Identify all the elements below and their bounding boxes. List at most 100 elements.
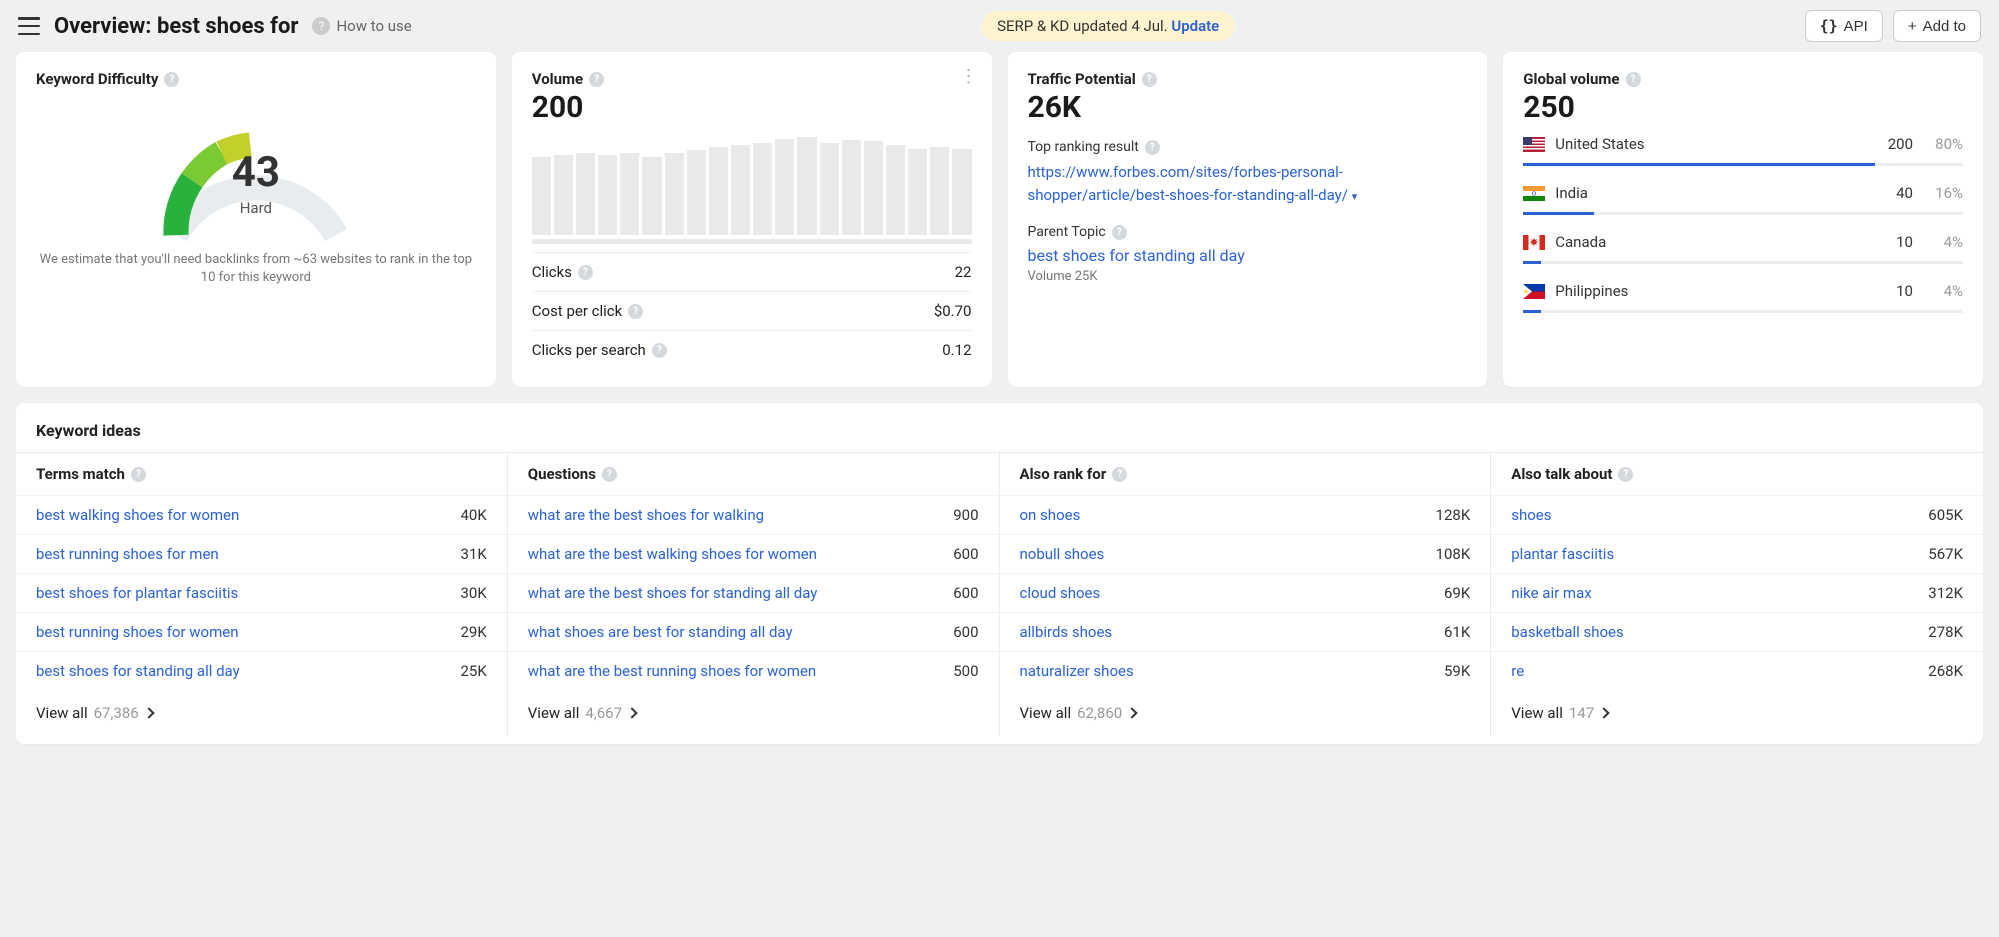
global-title-row: Global volume ? xyxy=(1523,70,1963,88)
help-icon[interactable]: ? xyxy=(578,265,593,280)
country-volume: 10 xyxy=(1896,282,1913,300)
global-title: Global volume xyxy=(1523,70,1619,88)
global-volume-row[interactable]: United States20080% xyxy=(1523,125,1963,174)
idea-volume: 29K xyxy=(460,623,486,641)
idea-row[interactable]: basketball shoes278K xyxy=(1491,612,1983,651)
idea-keyword[interactable]: what are the best running shoes for wome… xyxy=(528,662,816,680)
help-icon[interactable]: ? xyxy=(1112,225,1127,240)
help-icon[interactable]: ? xyxy=(1145,140,1160,155)
country-pct: 80% xyxy=(1923,135,1963,153)
idea-keyword[interactable]: best running shoes for women xyxy=(36,623,239,641)
dropdown-icon[interactable]: ▾ xyxy=(1352,190,1358,203)
global-volume-row[interactable]: Philippines104% xyxy=(1523,272,1963,321)
chevron-right-icon xyxy=(143,707,154,718)
idea-keyword[interactable]: shoes xyxy=(1511,506,1551,524)
idea-row[interactable]: best running shoes for women 29K xyxy=(16,612,507,651)
idea-row[interactable]: what are the best shoes for walking900 xyxy=(508,495,999,534)
help-icon[interactable]: ? xyxy=(589,72,604,87)
idea-row[interactable]: what are the best running shoes for wome… xyxy=(508,651,999,690)
global-volume-row[interactable]: Canada104% xyxy=(1523,223,1963,272)
idea-row[interactable]: cloud shoes 69K xyxy=(1000,573,1491,612)
volume-bar xyxy=(753,143,772,235)
menu-icon[interactable] xyxy=(18,17,40,35)
idea-volume: 69K xyxy=(1444,584,1470,602)
idea-keyword[interactable]: nobull shoes xyxy=(1020,545,1105,563)
view-all-link[interactable]: View all 62,860 xyxy=(1000,690,1491,736)
how-to-use-link[interactable]: ? How to use xyxy=(312,17,411,35)
add-to-button[interactable]: +Add to xyxy=(1893,10,1981,42)
idea-row[interactable]: nike air max312K xyxy=(1491,573,1983,612)
help-icon: ? xyxy=(312,17,330,35)
country-volume: 200 xyxy=(1888,135,1913,153)
idea-volume: 40K xyxy=(460,506,486,524)
idea-keyword[interactable]: on shoes xyxy=(1020,506,1081,524)
view-all-link[interactable]: View all 4,667 xyxy=(508,690,999,736)
clicks-row: Clicks? 22 xyxy=(532,252,972,291)
volume-bar xyxy=(731,145,750,235)
idea-row[interactable]: best shoes for standing all day 25K xyxy=(16,651,507,690)
country-name: Canada xyxy=(1555,233,1886,251)
update-link[interactable]: Update xyxy=(1171,17,1219,35)
idea-keyword[interactable]: what are the best walking shoes for wome… xyxy=(528,545,817,563)
idea-keyword[interactable]: basketball shoes xyxy=(1511,623,1624,641)
idea-row[interactable]: on shoes128K xyxy=(1000,495,1491,534)
kebab-icon[interactable]: ⋮ xyxy=(960,66,978,87)
help-icon[interactable]: ? xyxy=(628,304,643,319)
idea-row[interactable]: allbirds shoes61K xyxy=(1000,612,1491,651)
help-icon[interactable]: ? xyxy=(131,467,146,482)
idea-row[interactable]: naturalizer shoes59K xyxy=(1000,651,1491,690)
volume-scroll-track xyxy=(532,239,972,244)
parent-topic-link[interactable]: best shoes for standing all day xyxy=(1028,246,1468,265)
view-all-link[interactable]: View all 67,386 xyxy=(16,690,507,736)
idea-keyword[interactable]: cloud shoes xyxy=(1020,584,1101,602)
volume-bar xyxy=(908,149,927,235)
help-icon[interactable]: ? xyxy=(1618,467,1633,482)
update-pill[interactable]: SERP & KD updated 4 Jul. Update xyxy=(981,11,1235,41)
idea-keyword[interactable]: allbirds shoes xyxy=(1020,623,1113,641)
idea-keyword[interactable]: naturalizer shoes xyxy=(1020,662,1134,680)
global-volume-row[interactable]: India4016% xyxy=(1523,174,1963,223)
view-all-link[interactable]: View all 147 xyxy=(1491,690,1983,736)
idea-keyword[interactable]: what are the best shoes for walking xyxy=(528,506,764,524)
idea-row[interactable]: what are the best walking shoes for wome… xyxy=(508,534,999,573)
idea-keyword[interactable]: plantar fasciitis xyxy=(1511,545,1614,563)
idea-volume: 25K xyxy=(460,662,486,680)
idea-keyword[interactable]: best running shoes for men xyxy=(36,545,219,563)
idea-keyword[interactable]: what shoes are best for standing all day xyxy=(528,623,793,641)
idea-row[interactable]: best running shoes for men31K xyxy=(16,534,507,573)
global-value: 250 xyxy=(1523,90,1963,125)
api-button[interactable]: {}API xyxy=(1805,10,1883,42)
help-icon[interactable]: ? xyxy=(652,343,667,358)
idea-row[interactable]: re268K xyxy=(1491,651,1983,690)
idea-row[interactable]: best shoes for plantar fasciitis30K xyxy=(16,573,507,612)
idea-keyword[interactable]: what are the best shoes for standing all… xyxy=(528,584,818,602)
view-all-count: 147 xyxy=(1569,704,1594,722)
idea-keyword[interactable]: best walking shoes for women xyxy=(36,506,239,524)
idea-keyword[interactable]: best shoes for standing all day xyxy=(36,662,240,680)
country-pct: 16% xyxy=(1923,184,1963,202)
country-name: Philippines xyxy=(1555,282,1886,300)
country-volume: 40 xyxy=(1896,184,1913,202)
idea-row[interactable]: best walking shoes for women 40K xyxy=(16,495,507,534)
idea-row[interactable]: plantar fasciitis567K xyxy=(1491,534,1983,573)
idea-row[interactable]: what are the best shoes for standing all… xyxy=(508,573,999,612)
idea-keyword[interactable]: re xyxy=(1511,662,1524,680)
view-all-count: 67,386 xyxy=(94,704,139,722)
volume-title: Volume xyxy=(532,70,583,88)
idea-keyword[interactable]: nike air max xyxy=(1511,584,1591,602)
idea-volume: 605K xyxy=(1928,506,1963,524)
ideas-column: Questions?what are the best shoes for wa… xyxy=(508,452,1000,736)
idea-row[interactable]: what shoes are best for standing all day… xyxy=(508,612,999,651)
help-icon[interactable]: ? xyxy=(1112,467,1127,482)
help-icon[interactable]: ? xyxy=(164,72,179,87)
idea-row[interactable]: nobull shoes108K xyxy=(1000,534,1491,573)
global-volume-list: United States20080%India4016%Canada104%P… xyxy=(1523,125,1963,321)
idea-row[interactable]: shoes 605K xyxy=(1491,495,1983,534)
country-pct: 4% xyxy=(1923,233,1963,251)
volume-bar-track xyxy=(1523,310,1963,313)
help-icon[interactable]: ? xyxy=(602,467,617,482)
top-result-link[interactable]: https://www.forbes.com/sites/forbes-pers… xyxy=(1028,163,1348,204)
idea-keyword[interactable]: best shoes for plantar fasciitis xyxy=(36,584,238,602)
help-icon[interactable]: ? xyxy=(1626,72,1641,87)
help-icon[interactable]: ? xyxy=(1142,72,1157,87)
